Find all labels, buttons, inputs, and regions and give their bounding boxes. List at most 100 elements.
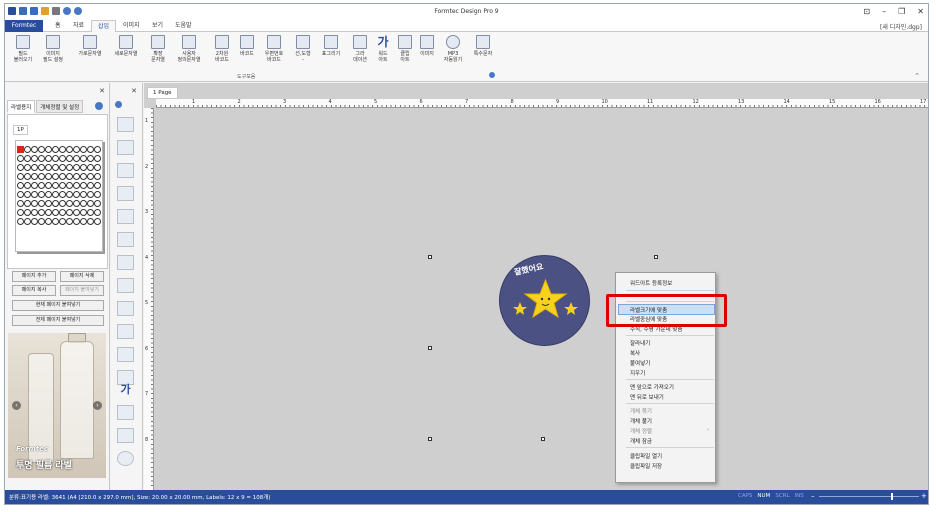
label-cell[interactable]	[17, 173, 24, 180]
label-cell[interactable]	[24, 200, 31, 207]
barcode-tool-icon[interactable]	[117, 278, 134, 293]
label-cell[interactable]	[87, 155, 94, 162]
ad-next-icon[interactable]: ›	[93, 401, 102, 410]
label-cell[interactable]	[31, 200, 38, 207]
label-cell[interactable]	[59, 182, 66, 189]
menu-item-bring-to-front[interactable]: 맨 앞으로 가져오기	[630, 383, 674, 391]
minimize-button[interactable]: –	[882, 7, 886, 16]
resize-handle[interactable]	[654, 255, 658, 259]
label-cell[interactable]	[17, 200, 24, 207]
label-cell[interactable]	[24, 155, 31, 162]
label-cell[interactable]	[94, 218, 101, 225]
postal-barcode-tool-icon[interactable]	[117, 301, 134, 316]
tab-data[interactable]: 자료	[67, 20, 90, 32]
label-cell[interactable]	[73, 218, 80, 225]
label-cell[interactable]	[17, 182, 24, 189]
label-cell[interactable]	[38, 155, 45, 162]
help-icon[interactable]	[95, 102, 103, 110]
menu-item-lock[interactable]: 개체 잠금	[630, 437, 652, 445]
label-cell[interactable]	[80, 209, 87, 216]
label-cell[interactable]	[59, 155, 66, 162]
tab-label-paper[interactable]: 라벨용지	[7, 100, 36, 113]
tab-object-align[interactable]: 개체정렬 및 설정	[36, 100, 84, 113]
tab-home[interactable]: 홈	[49, 20, 67, 32]
label-cell[interactable]	[52, 155, 59, 162]
paste-all-pages-button[interactable]: 전체 페이지 붙여넣기	[12, 315, 104, 326]
label-cell[interactable]	[66, 200, 73, 207]
label-cell[interactable]	[73, 155, 80, 162]
collapse-ribbon-icon[interactable]: ⌃	[914, 72, 920, 80]
menu-item-send-to-back[interactable]: 맨 뒤로 보내기	[630, 393, 664, 401]
restore-ribbon-icon[interactable]: ⊡	[863, 7, 870, 16]
label-cell[interactable]	[24, 146, 31, 153]
shapes-button[interactable]: 선,도형 -	[289, 35, 317, 63]
label-cell[interactable]	[38, 200, 45, 207]
resize-handle[interactable]	[541, 437, 545, 441]
vertical-text-tool-icon[interactable]	[117, 186, 134, 201]
label-cell[interactable]	[17, 155, 24, 162]
label-cell[interactable]	[31, 218, 38, 225]
label-cell[interactable]	[73, 146, 80, 153]
label-cell[interactable]	[45, 173, 52, 180]
label-cell[interactable]	[59, 146, 66, 153]
label-cell[interactable]	[52, 164, 59, 171]
check-tool-icon[interactable]	[117, 117, 134, 132]
custom-text-tool-icon[interactable]	[117, 232, 134, 247]
menu-item-paste[interactable]: 붙여넣기	[630, 359, 650, 367]
tab-help[interactable]: 도움말	[169, 20, 198, 32]
table-button[interactable]: 표그리기	[316, 35, 346, 57]
label-cell[interactable]	[45, 200, 52, 207]
label-cell[interactable]	[59, 164, 66, 171]
label-cell[interactable]	[31, 191, 38, 198]
label-cell[interactable]	[52, 200, 59, 207]
label-cell[interactable]	[59, 200, 66, 207]
help-icon[interactable]	[115, 101, 122, 108]
mp3-tool-icon[interactable]	[117, 451, 134, 466]
paste-page-button[interactable]: 페이지 붙여넣기	[60, 285, 104, 296]
tab-page-1[interactable]: 1 Page	[147, 87, 178, 99]
label-cell[interactable]	[38, 173, 45, 180]
close-icon[interactable]: ✕	[99, 87, 105, 95]
label-cell[interactable]	[52, 191, 59, 198]
special-char-button[interactable]: 특수문자	[468, 35, 498, 57]
label-cell[interactable]	[73, 200, 80, 207]
clip-art-tool-icon[interactable]	[117, 405, 134, 420]
label-cell[interactable]	[17, 191, 24, 198]
zoom-slider[interactable]	[819, 493, 919, 500]
label-cell[interactable]	[59, 173, 66, 180]
label-cell[interactable]	[24, 209, 31, 216]
label-cell[interactable]	[17, 146, 24, 153]
label-cell[interactable]	[45, 218, 52, 225]
label-cell[interactable]	[24, 218, 31, 225]
group-settings-icon[interactable]	[489, 72, 495, 78]
label-cell[interactable]	[52, 218, 59, 225]
mp3-button[interactable]: MP3 자동읽기	[437, 35, 469, 63]
table-tool-icon[interactable]	[117, 347, 134, 362]
label-cell[interactable]	[52, 182, 59, 189]
label-cell[interactable]	[94, 191, 101, 198]
image-field-button[interactable]: 이미지 필드 설정	[39, 35, 67, 63]
custom-text-button[interactable]: 사용자 정의문자열	[172, 35, 206, 63]
paste-current-page-button[interactable]: 현재 페이지 붙여넣기	[12, 300, 104, 311]
extended-text-tool-icon[interactable]	[117, 209, 134, 224]
label-cell[interactable]	[52, 173, 59, 180]
word-art-label[interactable]: 잘했어요	[499, 255, 590, 346]
label-cell[interactable]	[66, 146, 73, 153]
label-cell[interactable]	[38, 182, 45, 189]
label-cell[interactable]	[17, 209, 24, 216]
resize-handle[interactable]	[428, 255, 432, 259]
menu-item-wordart-properties[interactable]: 워드아트 등록정보	[630, 279, 672, 287]
page-tab-1p[interactable]: 1P	[13, 125, 28, 135]
label-cell[interactable]	[31, 164, 38, 171]
label-cell[interactable]	[66, 164, 73, 171]
label-cell[interactable]	[80, 218, 87, 225]
label-cell[interactable]	[87, 200, 94, 207]
barcode-button[interactable]: 바코드	[233, 35, 261, 57]
label-cell[interactable]	[17, 164, 24, 171]
label-cell[interactable]	[80, 182, 87, 189]
tab-image[interactable]: 이미지	[117, 20, 146, 32]
label-cell[interactable]	[73, 173, 80, 180]
menu-item-cut[interactable]: 잘라내기	[630, 339, 650, 347]
label-cell[interactable]	[87, 218, 94, 225]
label-cell[interactable]	[80, 173, 87, 180]
